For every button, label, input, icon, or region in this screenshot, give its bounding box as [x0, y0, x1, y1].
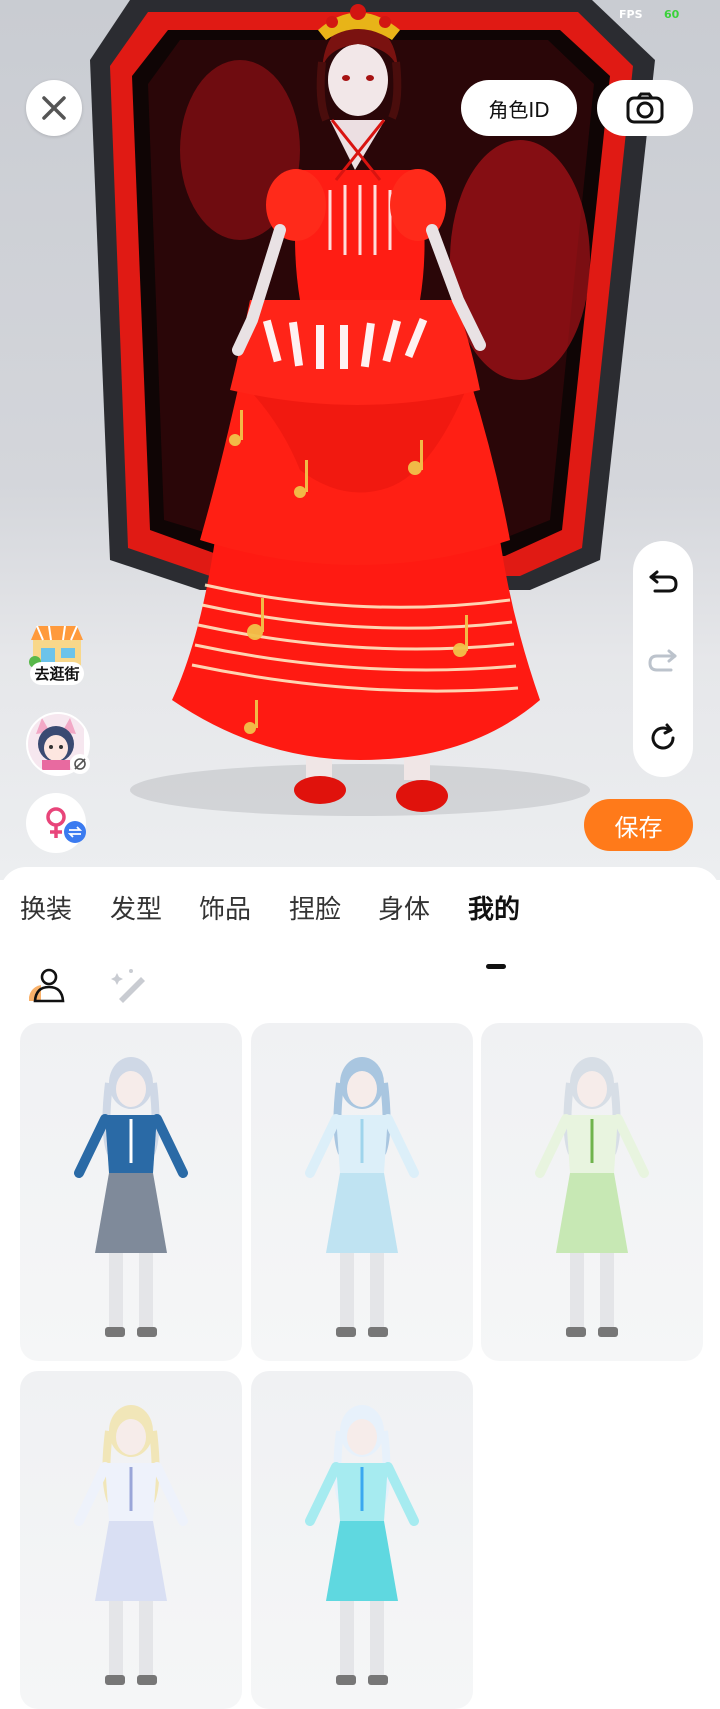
role-id-label: 角色ID [488, 97, 550, 122]
subtab-my-looks[interactable] [24, 963, 68, 1007]
character-viewport[interactable]: FPS 60 角色ID 去逛街 保存 [0, 0, 720, 880]
outfit-card[interactable] [481, 1023, 703, 1361]
camera-icon [626, 92, 664, 124]
magic-wand-icon [111, 969, 145, 1003]
fps-label: FPS [619, 8, 643, 21]
outfit-card[interactable] [20, 1023, 242, 1361]
camera-button[interactable] [597, 80, 693, 136]
close-button[interactable] [26, 80, 82, 136]
history-controls [633, 541, 693, 777]
tab-body[interactable]: 身体 [378, 889, 430, 926]
outfit-card[interactable] [20, 1371, 242, 1709]
tab-hairstyle[interactable]: 发型 [110, 889, 162, 926]
outfit-card[interactable] [251, 1371, 473, 1709]
reset-button[interactable] [643, 718, 683, 758]
outfit-thumbnail [305, 1405, 419, 1685]
outfit-thumbnail [74, 1057, 188, 1337]
outfit-card[interactable] [251, 1023, 473, 1361]
swap-badge [64, 821, 86, 843]
wardrobe-panel: 换装 发型 饰品 捏脸 身体 我的 [0, 867, 720, 1709]
subtab-creations[interactable] [109, 963, 153, 1007]
outfit-thumbnail [305, 1057, 419, 1337]
tab-outfit[interactable]: 换装 [20, 889, 72, 926]
reset-icon [651, 723, 675, 750]
tab-face[interactable]: 捏脸 [289, 889, 341, 926]
redo-button[interactable] [643, 639, 683, 679]
undo-icon [649, 570, 678, 593]
go-shopping-button[interactable]: 去逛街 [24, 622, 90, 694]
tab-mine[interactable]: 我的 [468, 889, 520, 926]
undo-button[interactable] [643, 560, 683, 600]
close-icon [42, 96, 66, 120]
avatar-hidden-badge [70, 754, 90, 774]
redo-icon [648, 649, 677, 672]
go-shopping-label: 去逛街 [30, 662, 84, 685]
active-tab-indicator [486, 964, 506, 969]
outfit-thumbnail [535, 1057, 649, 1337]
eye-off-icon [74, 758, 86, 770]
role-id-button[interactable]: 角色ID [461, 80, 577, 136]
person-icon [29, 968, 65, 1003]
save-button[interactable]: 保存 [584, 799, 693, 851]
category-tabs: 换装 发型 饰品 捏脸 身体 我的 [0, 889, 720, 969]
outfit-thumbnail [74, 1405, 188, 1685]
fps-value: 60 [664, 8, 680, 21]
tab-accessories[interactable]: 饰品 [199, 889, 251, 926]
swap-icon [68, 826, 82, 838]
